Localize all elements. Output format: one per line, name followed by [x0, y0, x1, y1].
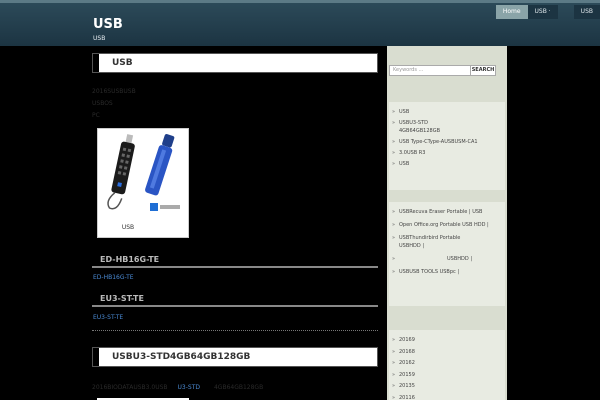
sidebar-widget-archives: 20169 20168 20162 20159 20135 20116: [389, 330, 505, 400]
sidebar-link[interactable]: USBUSB TOOLS USBpc |: [389, 268, 505, 276]
sidebar-link[interactable]: USB: [389, 108, 505, 116]
section-link[interactable]: EU3-ST-TE: [93, 314, 123, 321]
page-margin: [507, 46, 600, 400]
post-text-line: 2016SUSBUSB: [92, 88, 136, 95]
nav-usb[interactable]: USB: [573, 5, 600, 19]
post-title[interactable]: USB: [112, 54, 133, 72]
post-meta-link[interactable]: U3-STD: [178, 384, 200, 391]
post-title-box: USB: [92, 53, 378, 73]
product-figure[interactable]: USB: [97, 128, 189, 238]
archive-link[interactable]: 20162: [389, 359, 505, 367]
archive-link[interactable]: 20116: [389, 394, 505, 400]
nav-usb-menu[interactable]: USB ·: [527, 5, 558, 19]
archive-link[interactable]: 20135: [389, 382, 505, 390]
post-meta: 2016BIODATAUSB3.0USB U3-STD 4GB64GB128GB: [92, 384, 263, 391]
brand-logo-text: [160, 205, 180, 209]
sidebar-widget-pages: USB USBU3-STD 4GB64GB128GB USB Type-CTyp…: [389, 102, 505, 190]
top-nav: Home USB · USB: [495, 5, 600, 19]
search-button[interactable]: SEARCH: [470, 65, 496, 76]
sidebar-link[interactable]: USBThundirbird Portable USBHDD |: [389, 234, 479, 250]
brand-logo-icon: [150, 203, 158, 211]
sidebar: Keywords ... SEARCH USB USBU3-STD 4GB64G…: [387, 46, 507, 400]
post-text-line: USBOS: [92, 100, 113, 107]
section-heading: EU3-ST-TE: [92, 291, 378, 307]
figure-caption: USB: [121, 224, 135, 231]
sidebar-link[interactable]: USB: [389, 160, 505, 168]
post-meta-text: 2016BIODATAUSB3.0USB: [92, 384, 168, 391]
site-header: USB USB Home USB · USB: [0, 0, 600, 46]
sidebar-link[interactable]: 3.0USB R3: [389, 149, 505, 157]
sidebar-link[interactable]: USB Type-CType-AUSBUSM-CA1: [389, 138, 481, 146]
post-meta-text: 4GB64GB128GB: [213, 384, 264, 391]
archive-link[interactable]: 20168: [389, 348, 505, 356]
sidebar-link[interactable]: USBHDD |: [389, 255, 505, 263]
nav-home[interactable]: Home: [495, 5, 528, 19]
sidebar-link[interactable]: Open Office.org Portable USB HDD |: [389, 221, 489, 229]
section-link[interactable]: ED-HB16G-TE: [93, 274, 134, 281]
section-heading: ED-HB16G-TE: [92, 252, 378, 268]
usb-drives-image: [107, 134, 180, 211]
post-text-line: PC: [92, 112, 100, 119]
sidebar-widget-recent: USBRecuva Eraser Portable | USB Open Off…: [389, 202, 505, 306]
post-separator: [92, 330, 378, 331]
sidebar-link[interactable]: USBRecuva Eraser Portable | USB: [389, 208, 485, 216]
site-title[interactable]: USB: [93, 17, 123, 32]
post-title-box: USBU3-STD4GB64GB128GB: [92, 347, 378, 367]
sidebar-link[interactable]: USBU3-STD 4GB64GB128GB: [389, 119, 465, 135]
main-content: USB 2016SUSBUSB USBOS PC USB ED-HB16G-TE…: [90, 46, 380, 400]
post-title[interactable]: USBU3-STD4GB64GB128GB: [112, 348, 250, 366]
usb-connector: [125, 134, 134, 144]
archive-link[interactable]: 20169: [389, 336, 505, 344]
archive-link[interactable]: 20159: [389, 371, 505, 379]
site-description: USB: [93, 35, 106, 42]
